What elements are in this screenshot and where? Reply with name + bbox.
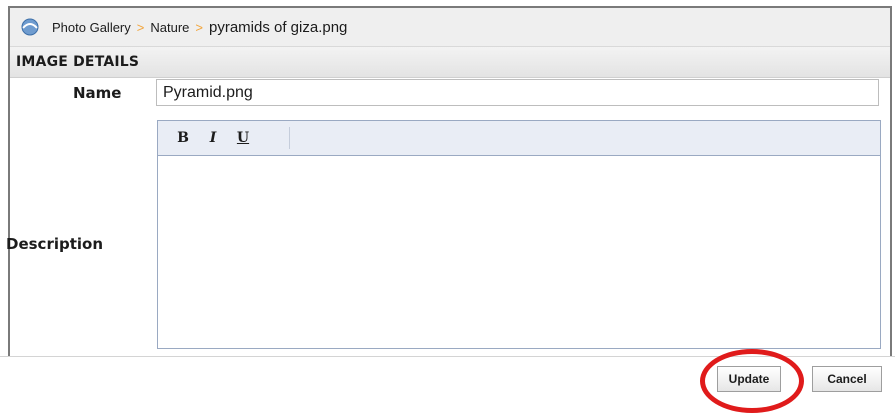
description-label: Description xyxy=(6,235,104,253)
bold-button[interactable]: B xyxy=(172,127,194,149)
update-button[interactable]: Update xyxy=(717,366,781,392)
format-button-group: B I U xyxy=(164,127,290,149)
description-text-area[interactable] xyxy=(158,156,880,348)
breadcrumb-item-photo-gallery[interactable]: Photo Gallery xyxy=(52,20,131,35)
cancel-button[interactable]: Cancel xyxy=(812,366,882,392)
italic-button[interactable]: I xyxy=(202,127,224,149)
breadcrumb-current: pyramids of giza.png xyxy=(208,18,348,36)
description-editor: B I U xyxy=(157,120,881,349)
name-input[interactable] xyxy=(156,79,879,106)
breadcrumb-separator: > xyxy=(195,19,203,35)
gallery-home-icon[interactable] xyxy=(20,17,40,37)
breadcrumb-separator: > xyxy=(136,19,145,35)
editor-toolbar: B I U xyxy=(158,121,880,156)
breadcrumb-item-nature[interactable]: Nature xyxy=(150,20,189,35)
underline-button[interactable]: U xyxy=(232,127,254,149)
breadcrumb: Photo Gallery > Nature > pyramids of giz… xyxy=(10,8,890,47)
section-title: IMAGE DETAILS xyxy=(10,47,890,78)
name-label: Name xyxy=(73,84,122,102)
